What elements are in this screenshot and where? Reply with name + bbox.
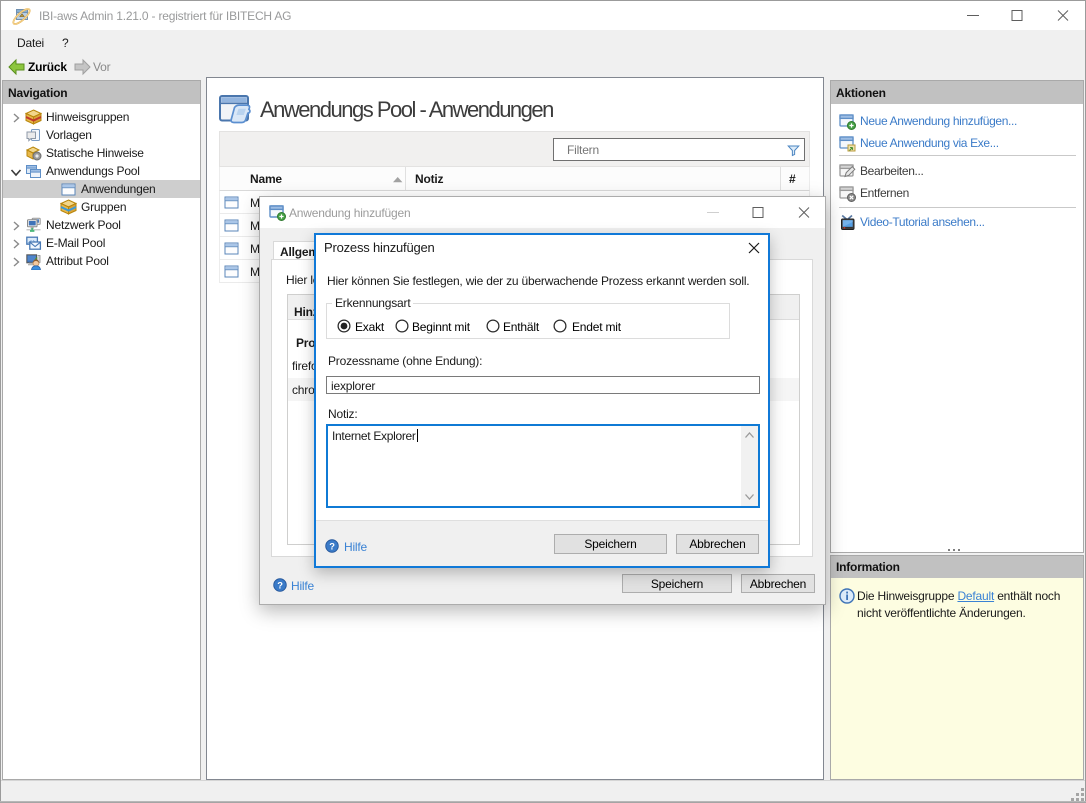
svg-text:?: ? xyxy=(329,541,335,551)
svg-text:?: ? xyxy=(277,580,283,590)
